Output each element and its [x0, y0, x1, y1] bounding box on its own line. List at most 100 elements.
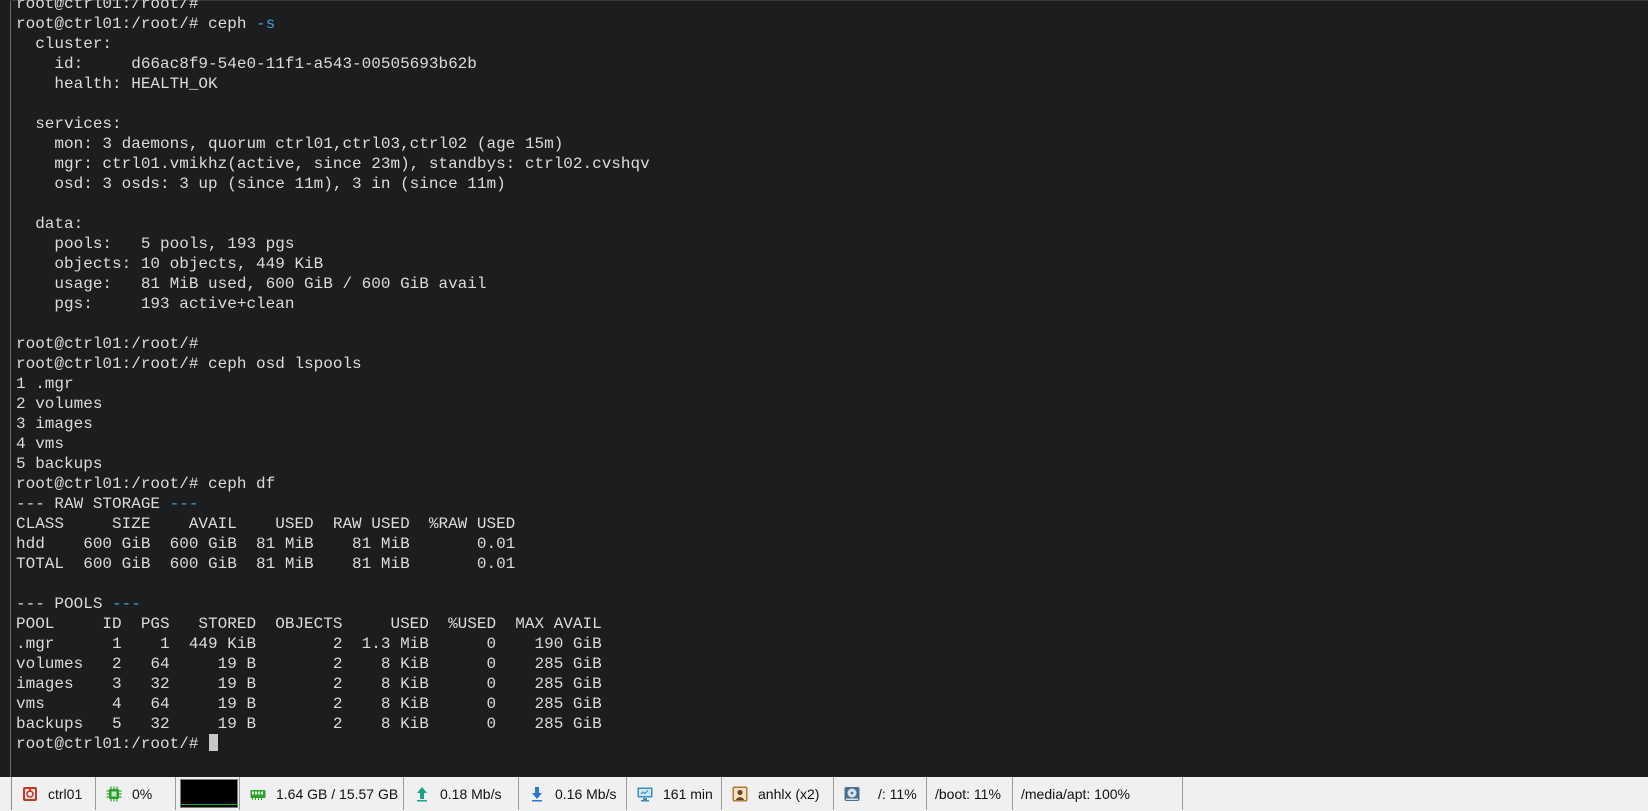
terminal-line-text: cluster: — [16, 35, 113, 53]
terminal-line-text: images 3 32 19 B 2 8 KiB 0 285 GiB — [16, 675, 602, 693]
memory-usage-value: 1.64 GB / 15.57 GB — [276, 785, 399, 802]
terminal-line: mgr: ctrl01.vmikhz(active, since 23m), s… — [16, 154, 649, 174]
terminal-line-text: root@ctrl01:/root/# — [16, 735, 209, 753]
terminal-line-accent: --- — [112, 595, 141, 613]
terminal-line: id: d66ac8f9-54e0-11f1-a543-00505693b62b — [16, 54, 650, 74]
terminal-line: data: — [16, 214, 650, 234]
terminal-line: hdd 600 GiB 600 GiB 81 MiB 81 MiB 0.01 — [16, 534, 650, 554]
terminal-line-text: root@ctrl01:/root/# ceph — [16, 15, 257, 33]
host-name: ctrl01 — [48, 785, 83, 802]
terminal-line-accent: -s — [256, 15, 276, 33]
terminal-line: osd: 3 osds: 3 up (since 11m), 3 in (sin… — [16, 174, 650, 194]
terminal-line: root@ctrl01:/root/# — [16, 0, 650, 14]
disk-boot-value: /boot: 11% — [935, 785, 1001, 802]
cpu-chip-icon — [106, 786, 122, 802]
terminal-line-text: root@ctrl01:/root/# — [16, 335, 199, 353]
status-host[interactable]: ctrl01 — [12, 777, 96, 810]
terminal-line-text: volumes 2 64 19 B 2 8 KiB 0 285 GiB — [16, 655, 602, 673]
terminal-line-text: 2 volumes — [16, 395, 103, 413]
terminal-line: 2 volumes — [16, 394, 650, 414]
terminal-line: TOTAL 600 GiB 600 GiB 81 MiB 81 MiB 0.01 — [16, 554, 650, 574]
status-download[interactable]: 0.16 Mb/s — [519, 777, 627, 810]
terminal-line-text: objects: 10 objects, 449 KiB — [16, 255, 324, 273]
cpu-usage-value: 0% — [132, 785, 153, 802]
terminal-line: root@ctrl01:/root/# ceph osd lspools — [16, 354, 650, 374]
terminal-line: 1 .mgr — [16, 374, 650, 394]
status-cpu[interactable]: 0% — [96, 777, 176, 810]
terminal-line: usage: 81 MiB used, 600 GiB / 600 GiB av… — [16, 274, 650, 294]
upload-speed-value: 0.18 Mb/s — [440, 785, 502, 802]
terminal-line-text: osd: 3 osds: 3 up (since 11m), 3 in (sin… — [16, 175, 506, 193]
terminal-line-text: health: HEALTH_OK — [16, 75, 218, 93]
terminal-line: vms 4 64 19 B 2 8 KiB 0 285 GiB — [16, 694, 650, 714]
terminal-line-text: .mgr 1 1 449 KiB 2 1.3 MiB 0 190 GiB — [16, 635, 602, 653]
terminal-window[interactable]: root@ctrl01:/root/# root@ctrl01:/root/# c… — [0, 0, 1648, 777]
terminal-border — [10, 0, 11, 777]
terminal-line: health: HEALTH_OK — [16, 74, 650, 94]
terminal-line: pools: 5 pools, 193 pgs — [16, 234, 650, 254]
terminal-line: cluster: — [16, 34, 650, 54]
terminal-line-text: vms 4 64 19 B 2 8 KiB 0 285 GiB — [16, 695, 602, 713]
user-icon — [732, 786, 748, 802]
terminal-line: images 3 32 19 B 2 8 KiB 0 285 GiB — [16, 674, 650, 694]
terminal-line: mon: 3 daemons, quorum ctrl01,ctrl03,ctr… — [16, 134, 650, 154]
terminal-line-text: data: — [16, 215, 84, 233]
monitor-icon — [637, 786, 653, 802]
terminal-line: 4 vms — [16, 434, 650, 454]
terminal-line: --- POOLS --- — [16, 594, 650, 614]
status-uptime[interactable]: 161 min — [627, 777, 722, 810]
terminal-line-text: 3 images — [16, 415, 93, 433]
terminal-line: root@ctrl01:/root/# ceph df — [16, 474, 650, 494]
terminal-line: 3 images — [16, 414, 650, 434]
terminal-line: root@ctrl01:/root/# — [16, 734, 650, 754]
status-bar: ctrl01 0% 1.64 GB / 15.57 GB 0.18 Mb/s 0… — [0, 777, 1648, 811]
terminal-line-text: root@ctrl01:/root/# ceph osd lspools — [16, 355, 362, 373]
terminal-line: POOL ID PGS STORED OBJECTS USED %USED MA… — [16, 614, 650, 634]
terminal-line-text: 1 .mgr — [16, 375, 74, 393]
terminal-line: --- RAW STORAGE --- — [16, 494, 650, 514]
terminal-line-text: 4 vms — [16, 435, 65, 453]
terminal-line-text: POOL ID PGS STORED OBJECTS USED %USED MA… — [16, 615, 602, 633]
terminal-line: volumes 2 64 19 B 2 8 KiB 0 285 GiB — [16, 654, 650, 674]
terminal-line-text: pools: 5 pools, 193 pgs — [16, 235, 295, 253]
terminal-line: objects: 10 objects, 449 KiB — [16, 254, 650, 274]
upload-arrow-icon — [414, 786, 430, 802]
terminal-line-text: pgs: 193 active+clean — [16, 295, 295, 313]
terminal-line-text: TOTAL 600 GiB 600 GiB 81 MiB 81 MiB 0.01 — [16, 555, 516, 573]
terminal-line-text: --- POOLS — [16, 595, 113, 613]
download-speed-value: 0.16 Mb/s — [555, 785, 617, 802]
server-icon — [22, 786, 38, 802]
terminal-line-accent: --- — [169, 495, 199, 513]
terminal-line-text: CLASS SIZE AVAIL USED RAW USED %RAW USED — [16, 515, 516, 533]
terminal-line: root@ctrl01:/root/# — [16, 334, 650, 354]
terminal-line-text: backups 5 32 19 B 2 8 KiB 0 285 GiB — [16, 715, 602, 733]
status-disk-root[interactable]: /: 11% — [834, 777, 927, 810]
disk-media-value: /media/apt: 100% — [1021, 785, 1130, 802]
terminal-output: root@ctrl01:/root/# root@ctrl01:/root/# c… — [16, 0, 650, 754]
terminal-line-text: services: — [16, 115, 122, 133]
terminal-line: services: — [16, 114, 650, 134]
terminal-line-text: usage: 81 MiB used, 600 GiB / 600 GiB av… — [16, 275, 487, 293]
terminal-line-text: --- RAW STORAGE — [16, 495, 170, 513]
terminal-line: root@ctrl01:/root/# ceph -s — [16, 14, 650, 34]
uptime-value: 161 min — [663, 785, 713, 802]
terminal-line-text: mon: 3 daemons, quorum ctrl01,ctrl03,ctr… — [16, 135, 564, 153]
status-upload[interactable]: 0.18 Mb/s — [404, 777, 519, 810]
status-bar-segments: ctrl01 0% 1.64 GB / 15.57 GB 0.18 Mb/s 0… — [11, 777, 1183, 810]
terminal-line-text: 5 backups — [16, 455, 103, 473]
terminal-line: pgs: 193 active+clean — [16, 294, 650, 314]
status-disk-boot[interactable]: /boot: 11% — [927, 777, 1013, 810]
terminal-line-text: id: d66ac8f9-54e0-11f1-a543-00505693b62b — [16, 55, 477, 73]
memory-icon — [250, 786, 266, 802]
cpu-usage-graph — [180, 779, 238, 808]
disk-icon — [844, 786, 860, 802]
terminal-line-text: root@ctrl01:/root/# ceph df — [16, 475, 276, 493]
terminal-line: CLASS SIZE AVAIL USED RAW USED %RAW USED — [16, 514, 650, 534]
status-disk-media[interactable]: /media/apt: 100% — [1013, 777, 1183, 810]
status-users[interactable]: anhlx (x2) — [722, 777, 834, 810]
status-memory[interactable]: 1.64 GB / 15.57 GB — [240, 777, 404, 810]
